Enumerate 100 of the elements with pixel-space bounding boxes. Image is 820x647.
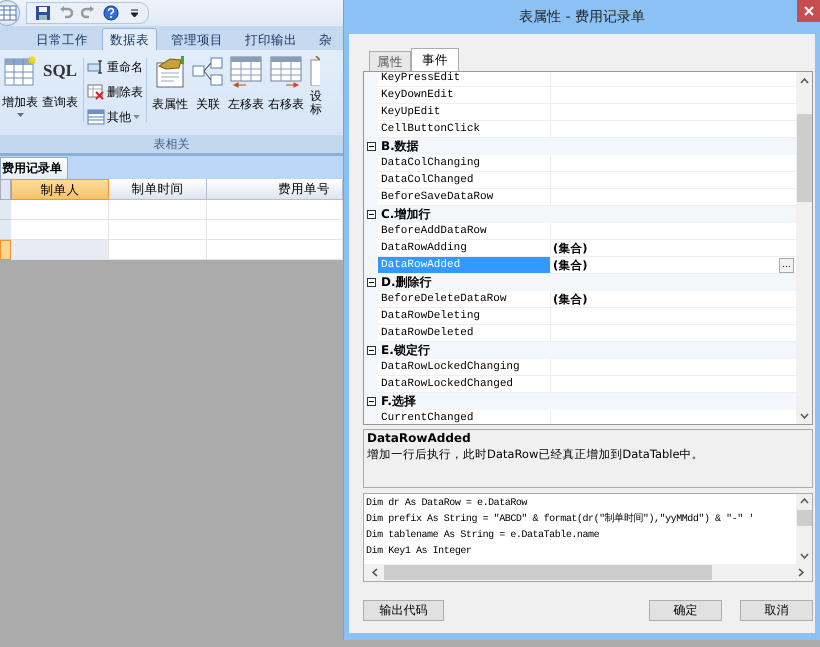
event-value: (集合): [553, 240, 588, 256]
event-name[interactable]: DataColChanged: [378, 172, 551, 189]
value-cell[interactable]: (集合): [551, 291, 796, 308]
event-name[interactable]: KeyPressEdit: [378, 72, 551, 87]
app-menu-button[interactable]: [0, 0, 20, 26]
dialog-tab[interactable]: 属性: [369, 51, 411, 71]
event-name[interactable]: DataRowDeleting: [378, 308, 551, 325]
ribbon-button[interactable]: 表属性: [150, 56, 190, 130]
table-cell[interactable]: [109, 220, 207, 240]
value-cell[interactable]: [551, 104, 796, 121]
event-name[interactable]: BeforeSaveDataRow: [378, 189, 551, 206]
ribbon-button[interactable]: 删除表: [87, 81, 143, 103]
event-name[interactable]: CurrentChanged: [378, 410, 551, 424]
code-line: Dim Key1 As Integer: [366, 544, 472, 559]
column-header[interactable]: 制单人: [11, 179, 109, 200]
table-cell[interactable]: [109, 240, 207, 260]
ribbon-button[interactable]: 左移表: [226, 56, 266, 130]
export-code-button[interactable]: 输出代码: [363, 600, 444, 621]
column-header[interactable]: 制单时间: [109, 179, 207, 200]
value-cell[interactable]: [551, 72, 796, 87]
ribbon-button[interactable]: 设标: [306, 56, 322, 130]
scroll-thumb[interactable]: [796, 114, 812, 202]
ribbon-button[interactable]: 其他: [87, 106, 143, 128]
add-table-icon: [4, 56, 36, 86]
ribbon-tab[interactable]: 打印输出: [237, 28, 305, 50]
collapse-icon[interactable]: [367, 278, 376, 287]
ribbon-button[interactable]: 关联: [190, 56, 226, 130]
event-name[interactable]: CellButtonClick: [378, 121, 551, 138]
sql-icon: SQL: [42, 56, 78, 86]
value-cell[interactable]: [551, 155, 796, 172]
ribbon-tab[interactable]: 日常工作: [28, 28, 96, 50]
event-name[interactable]: BeforeDeleteDataRow: [378, 291, 551, 308]
scroll-right-icon[interactable]: [798, 568, 804, 577]
description-title: DataRowAdded: [367, 431, 472, 445]
table-cell[interactable]: [11, 200, 109, 220]
sheet-tab[interactable]: 费用记录单: [0, 157, 68, 179]
ribbon-button[interactable]: 重命名: [87, 56, 143, 78]
collapse-icon[interactable]: [367, 142, 376, 151]
event-name[interactable]: KeyDownEdit: [378, 87, 551, 104]
scroll-up-icon[interactable]: [800, 498, 808, 504]
ribbon-tab[interactable]: 管理项目: [163, 28, 231, 50]
scroll-down-icon[interactable]: [800, 413, 808, 419]
scrollbar[interactable]: [796, 494, 812, 564]
scroll-thumb[interactable]: [384, 565, 712, 580]
scroll-down-icon[interactable]: [800, 553, 808, 559]
description-text: 增加一行后执行，此时DataRow已经真正增加到DataTable中。: [367, 447, 705, 462]
ellipsis-button[interactable]: ...: [779, 258, 794, 272]
select-all-corner[interactable]: [0, 179, 11, 200]
save-icon[interactable]: [35, 5, 51, 21]
value-cell[interactable]: [551, 172, 796, 189]
value-cell[interactable]: [551, 189, 796, 206]
delete-table-icon: [87, 84, 105, 100]
ribbon-button[interactable]: 增加表: [0, 56, 40, 130]
value-cell[interactable]: [551, 121, 796, 138]
table-cell[interactable]: [109, 200, 207, 220]
redo-icon[interactable]: [81, 6, 95, 20]
table-icon: [310, 56, 320, 86]
event-name[interactable]: BeforeAddDataRow: [378, 223, 551, 240]
scroll-left-icon[interactable]: [372, 568, 378, 577]
close-button[interactable]: [797, 0, 820, 22]
table-cell[interactable]: [11, 240, 109, 260]
ribbon-tab[interactable]: 数据表: [102, 28, 157, 50]
ribbon-button[interactable]: SQL 查询表: [40, 56, 80, 130]
collapse-icon[interactable]: [367, 210, 376, 219]
table-arrow-icon: [270, 56, 302, 88]
collapse-icon[interactable]: [367, 397, 376, 406]
event-name[interactable]: KeyUpEdit: [378, 104, 551, 121]
undo-icon[interactable]: [59, 6, 73, 20]
scroll-up-icon[interactable]: [800, 78, 808, 84]
close-icon: [804, 6, 814, 16]
event-name[interactable]: DataRowLockedChanged: [378, 376, 551, 393]
ribbon-tab[interactable]: 杂: [311, 28, 340, 50]
dialog-button[interactable]: 取消: [740, 600, 813, 621]
value-cell[interactable]: [551, 410, 796, 424]
customize-icon[interactable]: [131, 9, 138, 17]
scrollbar[interactable]: [796, 72, 812, 424]
table-icon: [87, 109, 105, 125]
relation-icon: [192, 56, 224, 88]
value-cell[interactable]: (集合): [551, 240, 796, 257]
scrollbar[interactable]: [364, 564, 812, 581]
event-name[interactable]: DataRowAdding: [378, 240, 551, 257]
event-name[interactable]: DataRowDeleted: [378, 325, 551, 342]
event-name[interactable]: DataRowLockedChanging: [378, 359, 551, 376]
dialog-title: 表属性 - 费用记录单: [519, 8, 645, 26]
document-hand-icon: [154, 56, 186, 88]
scroll-thumb[interactable]: [796, 510, 812, 526]
dialog-tab[interactable]: 事件: [411, 48, 459, 71]
row-header[interactable]: [0, 240, 11, 260]
event-name[interactable]: DataColChanging: [378, 155, 551, 172]
row-header[interactable]: [0, 220, 11, 240]
collapse-icon[interactable]: [367, 346, 376, 355]
ribbon-button[interactable]: 右移表: [266, 56, 306, 130]
value-cell[interactable]: (集合) ...: [551, 257, 796, 274]
category-label: E.锁定行: [381, 342, 430, 359]
table-arrow-icon: [230, 56, 262, 88]
column-header[interactable]: 费用单号: [207, 179, 343, 200]
code-line: Dim tablename As String = e.DataTable.name: [366, 528, 600, 543]
help-icon[interactable]: [103, 5, 119, 21]
row-header[interactable]: [0, 200, 11, 220]
dialog-button[interactable]: 确定: [649, 600, 722, 621]
